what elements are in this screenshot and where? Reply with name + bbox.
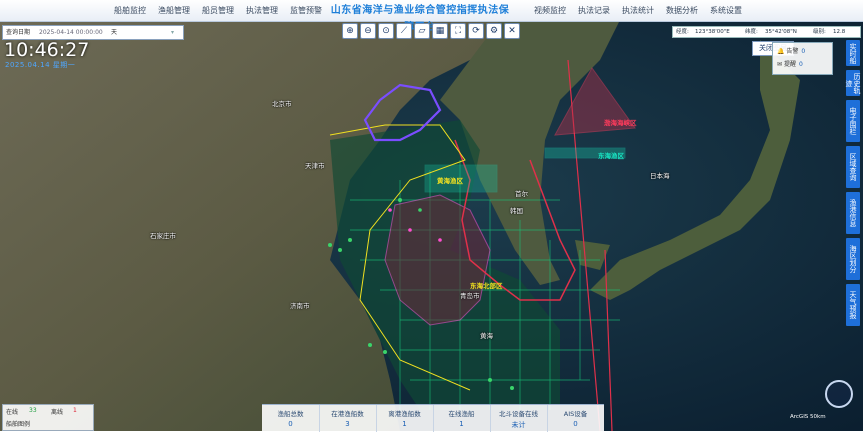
stat-value: 1: [459, 420, 464, 428]
satellite-map[interactable]: [0, 0, 863, 431]
right-button-realtime[interactable]: 实时船: [846, 40, 860, 66]
reminder-label: 提醒: [783, 61, 796, 68]
stat-value: 0: [288, 420, 293, 428]
stat-value: 3: [345, 420, 350, 428]
clear-icon[interactable]: ✕: [504, 23, 520, 39]
stats-panel: 渔船总数 0 在港渔船数 3 离港渔船数 1 在线渔船 1 北斗设备在线 未计 …: [262, 404, 604, 432]
current-date: 2025.04.14 星期一: [5, 61, 76, 69]
zone-label-east-north: 东海北部区: [470, 282, 503, 290]
map-label-tianjin: 天津市: [305, 162, 325, 170]
zone-label-yellow-sea: 黄海渔区: [437, 177, 463, 185]
stat-value: 0: [573, 420, 578, 428]
map-label-jinan: 济南市: [290, 302, 310, 310]
stat-value: 未计: [511, 421, 526, 429]
bell-icon: 🔔: [777, 48, 785, 55]
reminder-count: 0: [798, 61, 803, 68]
map-label-qingdao: 青岛市: [460, 292, 480, 300]
map-label-beijing: 北京市: [272, 100, 292, 108]
stat-in-port[interactable]: 在港渔船数 3: [319, 405, 377, 432]
coordinate-readout: 经度: 123°38'00"E 纬度: 35°42'08"N 级别: 12.8: [672, 26, 861, 38]
nav-item-video[interactable]: 视频监控: [530, 3, 570, 18]
nav-item-ship-monitor[interactable]: 船舶监控: [110, 3, 150, 18]
refresh-icon[interactable]: ⟳: [468, 23, 484, 39]
alert-panel: 🔔 告警 0 ✉ 提醒 0: [772, 42, 833, 75]
stat-label: 在线渔船: [448, 410, 475, 418]
stat-label: AIS设备: [563, 410, 588, 418]
reminder-row[interactable]: ✉ 提醒 0: [777, 59, 803, 71]
stat-value: 1: [402, 420, 407, 428]
right-button-fence[interactable]: 电子围栏: [846, 100, 860, 142]
zone-label-east: 东海渔区: [598, 152, 624, 160]
fit-icon[interactable]: ⊙: [378, 23, 394, 39]
right-button-weather[interactable]: 天气预报: [846, 284, 860, 326]
stat-total[interactable]: 渔船总数 0: [262, 405, 320, 432]
current-time: 10:46:27: [4, 39, 90, 61]
legend-offline-count: 1: [73, 407, 77, 414]
nav-item-warning[interactable]: 监管预警: [286, 3, 326, 18]
date-filter-suffix: 天: [111, 29, 118, 36]
stat-ais[interactable]: AIS设备 0: [547, 405, 604, 432]
map-label-japan-sea: 日本海: [650, 172, 670, 180]
message-icon: ✉: [777, 61, 783, 68]
alert-label: 告警: [786, 48, 799, 55]
lon-value: 123°38'00"E: [695, 29, 730, 35]
map-label-shijiazhuang: 石家庄市: [150, 232, 176, 240]
alert-count: 0: [801, 48, 806, 55]
nav-item-statistics[interactable]: 执法统计: [618, 3, 658, 18]
nav-item-analysis[interactable]: 数据分析: [662, 3, 702, 18]
date-filter-value[interactable]: 2025-04-14 00:00:00: [39, 26, 103, 39]
lat-label: 纬度:: [745, 29, 758, 35]
legend-offline-label: 离线: [51, 409, 64, 416]
stat-label: 渔船总数: [277, 410, 304, 418]
legend-online-label: 在线: [6, 409, 19, 416]
legend-title: 船舶图例: [6, 421, 31, 428]
zoom-label: 级别:: [813, 29, 826, 35]
date-filter[interactable]: 查询日期 2025-04-14 00:00:00 天 ▾: [2, 25, 184, 40]
nav-item-fishing-boats[interactable]: 渔船管理: [154, 3, 194, 18]
measure-line-icon[interactable]: ⟋: [396, 23, 412, 39]
stat-label: 离港渔船数: [388, 410, 421, 418]
ship-legend: 在线 33 离线 1 船舶图例: [2, 404, 94, 431]
lon-label: 经度:: [676, 29, 689, 35]
map-label-seoul: 首尔: [515, 190, 528, 198]
nav-item-crew[interactable]: 船员管理: [198, 3, 238, 18]
scale-bar: ArcGIS 50km: [790, 414, 826, 420]
stat-online[interactable]: 在线渔船 1: [433, 405, 491, 432]
layer-icon[interactable]: ▦: [432, 23, 448, 39]
nav-item-records[interactable]: 执法记录: [574, 3, 614, 18]
map-label-yellow-sea: 黄海: [480, 332, 493, 340]
zoom-value: 12.8: [833, 29, 846, 35]
zone-label-bohai: 渤海海峡区: [604, 119, 637, 127]
alert-row[interactable]: 🔔 告警 0: [777, 46, 805, 58]
stat-out-port[interactable]: 离港渔船数 1: [376, 405, 434, 432]
page-title: 山东省海洋与渔业综合管控指挥执法保障平台: [330, 5, 510, 33]
calendar-icon[interactable]: ▾: [171, 26, 174, 39]
stat-beidou[interactable]: 北斗设备在线 未计: [490, 405, 548, 432]
stat-label: 在港渔船数: [331, 410, 364, 418]
top-navigation-bar: 船舶监控 渔船管理 船员管理 执法管理 监管预警 山东省海洋与渔业综合管控指挥执…: [0, 0, 863, 33]
right-button-region[interactable]: 区域查询: [846, 146, 860, 188]
settings-icon[interactable]: ⚙: [486, 23, 502, 39]
zoom-in-icon[interactable]: ⊕: [342, 23, 358, 39]
nav-item-settings[interactable]: 系统设置: [706, 3, 746, 18]
nav-item-enforcement[interactable]: 执法管理: [242, 3, 282, 18]
compass-icon[interactable]: [825, 380, 853, 408]
right-button-port[interactable]: 渔港信息: [846, 192, 860, 234]
right-button-sea-zone[interactable]: 海区划分: [846, 238, 860, 280]
legend-online-count: 33: [29, 407, 37, 414]
lat-value: 35°42'08"N: [765, 29, 797, 35]
date-filter-label: 查询日期: [6, 29, 31, 36]
measure-area-icon[interactable]: ▱: [414, 23, 430, 39]
fullscreen-icon[interactable]: ⛶: [450, 23, 466, 39]
right-button-history[interactable]: 历史轨迹: [845, 70, 861, 96]
map-label-korea: 韩国: [510, 207, 523, 215]
stat-label: 北斗设备在线: [499, 410, 538, 418]
zoom-out-icon[interactable]: ⊖: [360, 23, 376, 39]
